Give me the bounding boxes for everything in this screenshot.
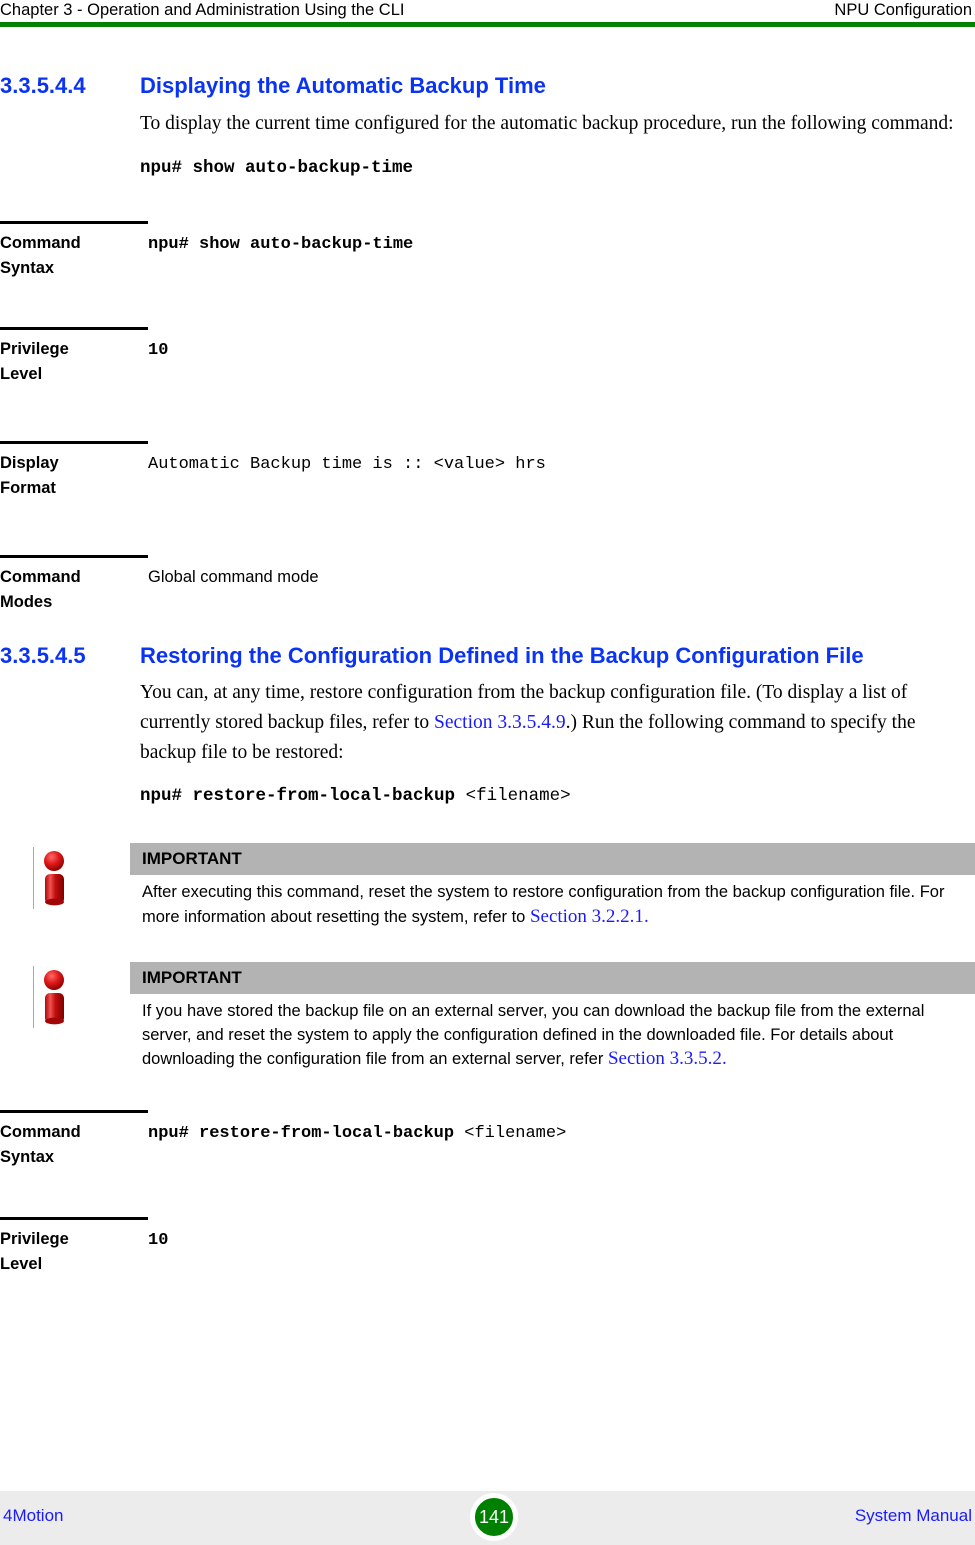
important-info-icon — [33, 847, 93, 917]
info-glyph-svg — [44, 970, 64, 1025]
icon-divider-rule — [33, 966, 34, 1028]
callout-body: IMPORTANT If you have stored the backup … — [130, 962, 975, 1072]
cross-reference-link[interactable]: Section 3.3.5.4.9 — [434, 712, 566, 733]
callout-text-part2: . — [721, 1048, 727, 1069]
row-label-line1: Privilege — [0, 1229, 69, 1248]
row-value-spacer — [454, 1124, 464, 1143]
table-row: Command Syntax npu# restore-from-local-b… — [0, 1109, 975, 1218]
row-label-line2: Level — [0, 365, 43, 383]
row-value-text: Automatic Backup time is :: <value> hrs — [148, 455, 546, 474]
row-label-line1: Command — [0, 234, 81, 252]
command-example-restore-from-local-backup: npu# restore-from-local-backup <filename… — [140, 784, 975, 808]
command-spec-table-show-auto-backup-time: Command Syntax npu# show auto-backup-tim… — [0, 221, 975, 621]
row-label-line1: Privilege — [0, 340, 69, 358]
row-label-line2: Modes — [0, 593, 53, 611]
table-row: Privilege Level 10 — [0, 327, 975, 443]
icon-divider-rule — [33, 847, 34, 909]
cross-reference-link[interactable]: Section 3.3.5.2 — [608, 1048, 722, 1069]
table-row: Display Format Automatic Backup time is … — [0, 441, 975, 557]
section-paragraph: To display the current time configured f… — [140, 113, 954, 134]
row-label-line2: Syntax — [0, 1147, 55, 1166]
row-label-line1: Command — [0, 1122, 81, 1141]
callout-title: IMPORTANT — [130, 843, 975, 875]
row-value-command-syntax: npu# restore-from-local-backup <filename… — [148, 1111, 975, 1218]
command-argument-value: <filename> — [465, 786, 571, 806]
callout-title: IMPORTANT — [130, 962, 975, 994]
header-chapter-title: Chapter 3 - Operation and Administration… — [0, 1, 405, 19]
section-number: 3.3.5.4.4 — [0, 73, 86, 98]
row-value-text: Global command mode — [148, 568, 319, 586]
row-label-line2: Format — [0, 479, 56, 497]
section-number: 3.3.5.4.5 — [0, 643, 86, 668]
page-footer: 4Motion 141 System Manual — [0, 1491, 975, 1545]
cross-reference-link[interactable]: Section 3.2.2.1 — [530, 906, 644, 927]
row-value-privilege-level: 10 — [148, 329, 975, 443]
command-text: npu# restore-from-local-backup — [140, 786, 456, 806]
row-label-command-syntax: Command Syntax — [0, 221, 148, 329]
section-heading-3-3-5-4-4: 3.3.5.4.4 Displaying the Automatic Backu… — [0, 73, 975, 99]
callout-text: If you have stored the backup file on an… — [130, 994, 975, 1072]
important-callout-external-server: IMPORTANT If you have stored the backup … — [0, 962, 975, 1072]
info-glyph-svg — [44, 851, 64, 906]
row-value-text: npu# restore-from-local-backup — [148, 1123, 455, 1143]
row-value-text: npu# show auto-backup-time — [148, 235, 414, 254]
row-value-display-format: Automatic Backup time is :: <value> hrs — [148, 443, 975, 557]
section-title: Displaying the Automatic Backup Time — [140, 73, 546, 98]
command-spec-table-restore-from-local-backup: Command Syntax npu# restore-from-local-b… — [0, 1109, 975, 1297]
row-value-text: 10 — [148, 341, 169, 360]
callout-text: After executing this command, reset the … — [130, 875, 975, 929]
section-heading-3-3-5-4-5: 3.3.5.4.5 Restoring the Configuration De… — [0, 643, 975, 669]
callout-text-part1: If you have stored the backup file on an… — [142, 1002, 925, 1068]
row-label-display-format: Display Format — [0, 441, 148, 557]
row-value-text: 10 — [148, 1230, 169, 1250]
row-label-privilege-level: Privilege Level — [0, 327, 148, 443]
section-paragraph: You can, at any time, restore configurat… — [140, 678, 965, 768]
row-label-line2: Level — [0, 1254, 43, 1273]
row-value-argument: <filename> — [464, 1123, 567, 1143]
row-value-privilege-level: 10 — [148, 1218, 975, 1297]
callout-body: IMPORTANT After executing this command, … — [130, 843, 975, 929]
page-content: 3.3.5.4.4 Displaying the Automatic Backu… — [0, 28, 975, 1297]
footer-document-title: System Manual — [854, 1506, 972, 1525]
command-text: npu# show auto-backup-time — [140, 158, 414, 178]
header-green-rule — [0, 22, 975, 27]
row-label-line1: Command — [0, 568, 81, 586]
page-number-badge: 141 — [470, 1493, 518, 1541]
row-label-line2: Syntax — [0, 259, 55, 277]
row-value-command-syntax: npu# show auto-backup-time — [148, 223, 975, 329]
important-callout-reset-system: IMPORTANT After executing this command, … — [0, 843, 975, 929]
callout-text-part2: . — [643, 905, 649, 927]
table-row: Command Syntax npu# show auto-backup-tim… — [0, 221, 975, 329]
command-example-show-auto-backup-time: npu# show auto-backup-time — [140, 156, 975, 180]
table-row: Command Modes Global command mode — [0, 555, 975, 622]
section-title: Restoring the Configuration Defined in t… — [140, 643, 864, 668]
row-value-command-modes: Global command mode — [148, 557, 975, 622]
header-section-title: NPU Configuration — [834, 1, 972, 19]
row-label-privilege-level: Privilege Level — [0, 1216, 148, 1297]
command-argument — [455, 786, 466, 806]
table-row: Privilege Level 10 — [0, 1216, 975, 1297]
row-label-line1: Display — [0, 454, 59, 472]
row-label-command-modes: Command Modes — [0, 555, 148, 621]
footer-product-name: 4Motion — [3, 1506, 64, 1525]
row-label-command-syntax: Command Syntax — [0, 1109, 148, 1218]
important-info-icon — [33, 966, 93, 1036]
